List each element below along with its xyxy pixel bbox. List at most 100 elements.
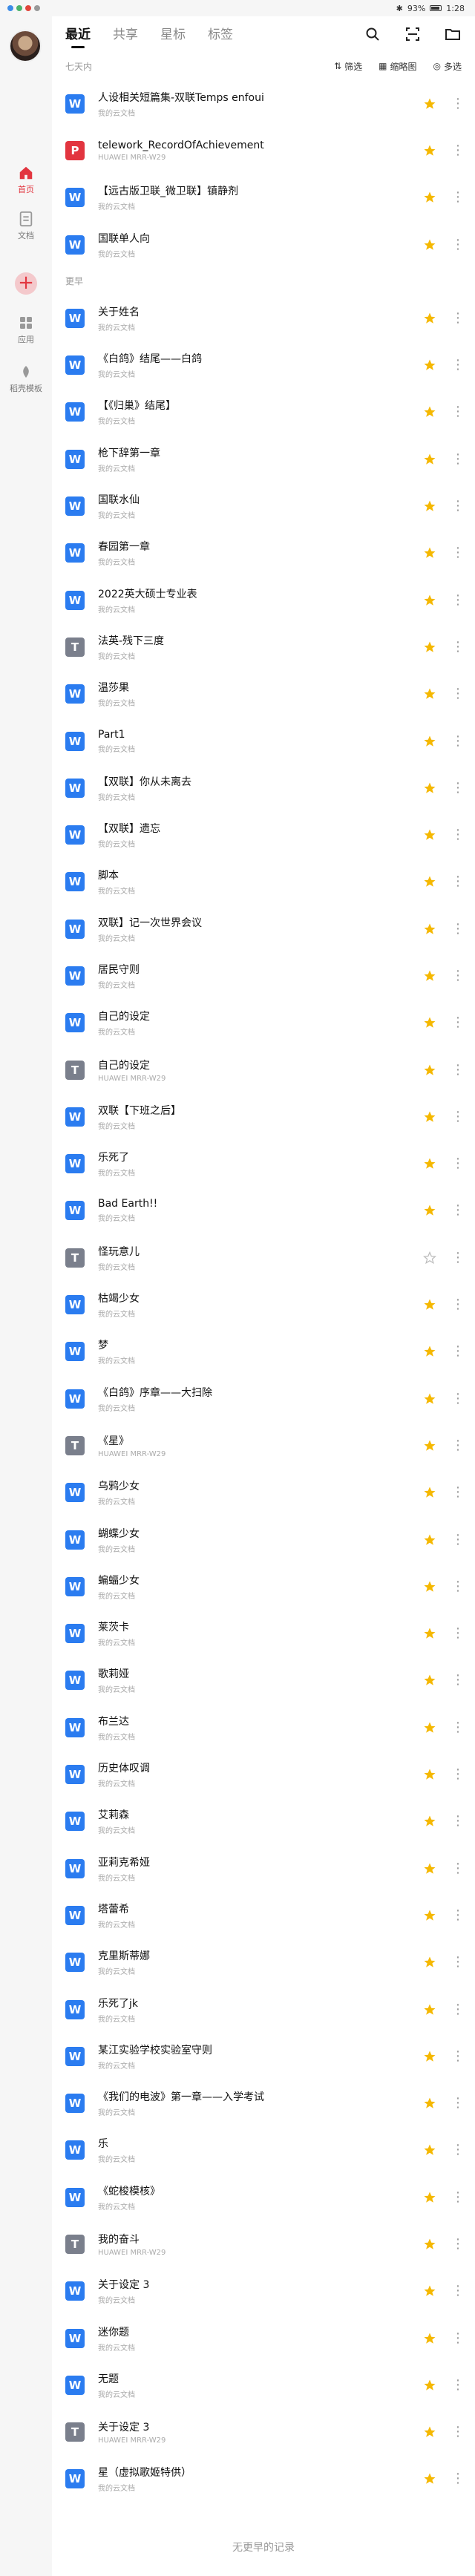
star-icon[interactable] bbox=[422, 592, 438, 609]
more-options-icon[interactable]: ⋮ bbox=[451, 2330, 465, 2347]
file-row[interactable]: T 怪玩意儿 我的云文档 ⋮ bbox=[52, 1234, 475, 1281]
more-options-icon[interactable]: ⋮ bbox=[451, 2048, 465, 2065]
star-icon[interactable] bbox=[422, 1532, 438, 1548]
star-icon[interactable] bbox=[422, 142, 438, 159]
tab-tags[interactable]: 标签 bbox=[208, 24, 233, 45]
star-icon[interactable] bbox=[422, 1861, 438, 1877]
file-row[interactable]: W 脚本 我的云文档 ⋮ bbox=[52, 859, 475, 905]
star-icon[interactable] bbox=[422, 780, 438, 796]
star-icon[interactable] bbox=[422, 2095, 438, 2111]
star-icon[interactable] bbox=[422, 2048, 438, 2065]
file-row[interactable]: W 春园第一章 我的云文档 ⋮ bbox=[52, 530, 475, 577]
more-options-icon[interactable]: ⋮ bbox=[451, 2283, 465, 2299]
more-options-icon[interactable]: ⋮ bbox=[451, 2377, 465, 2393]
more-options-icon[interactable]: ⋮ bbox=[451, 2142, 465, 2158]
star-icon[interactable] bbox=[422, 2142, 438, 2158]
star-icon[interactable] bbox=[422, 1720, 438, 1736]
file-row[interactable]: W 塔蕾希 我的云文档 ⋮ bbox=[52, 1892, 475, 1938]
more-options-icon[interactable]: ⋮ bbox=[451, 1109, 465, 1125]
more-options-icon[interactable]: ⋮ bbox=[451, 1391, 465, 1407]
more-options-icon[interactable]: ⋮ bbox=[451, 592, 465, 609]
add-button[interactable]: + bbox=[15, 272, 37, 295]
star-icon[interactable] bbox=[422, 1813, 438, 1829]
star-icon[interactable] bbox=[422, 1766, 438, 1783]
star-icon[interactable] bbox=[422, 1391, 438, 1407]
file-row[interactable]: W 乐死了jk 我的云文档 ⋮ bbox=[52, 1986, 475, 2033]
file-row[interactable]: W 乐死了 我的云文档 ⋮ bbox=[52, 1141, 475, 1187]
search-icon[interactable] bbox=[364, 25, 381, 43]
sidebar-item-apps[interactable]: 应用 bbox=[0, 315, 52, 345]
more-options-icon[interactable]: ⋮ bbox=[451, 827, 465, 843]
file-row[interactable]: W 莱茨卡 我的云文档 ⋮ bbox=[52, 1610, 475, 1657]
more-options-icon[interactable]: ⋮ bbox=[451, 357, 465, 373]
star-icon[interactable] bbox=[422, 357, 438, 373]
file-row[interactable]: W 双联】记一次世界会议 我的云文档 ⋮ bbox=[52, 905, 475, 952]
more-options-icon[interactable]: ⋮ bbox=[451, 1438, 465, 1454]
thumbnail-button[interactable]: ▦ 缩略图 bbox=[379, 60, 416, 73]
file-row[interactable]: W 国联水仙 我的云文档 ⋮ bbox=[52, 482, 475, 529]
file-row[interactable]: W 歌莉娅 我的云文档 ⋮ bbox=[52, 1657, 475, 1704]
file-row[interactable]: W 《蛇梭模核》 我的云文档 ⋮ bbox=[52, 2174, 475, 2221]
file-row[interactable]: W 克里斯蒂娜 我的云文档 ⋮ bbox=[52, 1939, 475, 1986]
file-row[interactable]: W 关于姓名 我的云文档 ⋮ bbox=[52, 295, 475, 341]
more-options-icon[interactable]: ⋮ bbox=[451, 1250, 465, 1266]
file-row[interactable]: W 枯竭少女 我的云文档 ⋮ bbox=[52, 1281, 475, 1328]
more-options-icon[interactable]: ⋮ bbox=[451, 498, 465, 514]
file-row[interactable]: Ptelework_RecordOfAchievement HUAWEI MRR-… bbox=[52, 127, 475, 174]
file-row[interactable]: T 法英-残下三度 我的云文档 ⋮ bbox=[52, 623, 475, 670]
more-options-icon[interactable]: ⋮ bbox=[451, 2424, 465, 2440]
file-row[interactable]: W 蝙蝠少女 我的云文档 ⋮ bbox=[52, 1563, 475, 1610]
more-options-icon[interactable]: ⋮ bbox=[451, 921, 465, 937]
more-options-icon[interactable]: ⋮ bbox=[451, 451, 465, 468]
star-icon[interactable] bbox=[422, 639, 438, 655]
more-options-icon[interactable]: ⋮ bbox=[451, 1062, 465, 1078]
file-row[interactable]: W 居民守则 我的云文档 ⋮ bbox=[52, 952, 475, 999]
file-row[interactable]: W 【《归巢》结尾】 我的云文档 ⋮ bbox=[52, 389, 475, 436]
more-options-icon[interactable]: ⋮ bbox=[451, 733, 465, 750]
file-row[interactable]: W 【双联】你从未离去 我的云文档 ⋮ bbox=[52, 764, 475, 811]
file-row[interactable]: W 双联【下班之后】 我的云文档 ⋮ bbox=[52, 1093, 475, 1140]
star-icon[interactable] bbox=[422, 1109, 438, 1125]
file-row[interactable]: W 关于设定 3 我的云文档 ⋮ bbox=[52, 2268, 475, 2315]
tab-shared[interactable]: 共享 bbox=[113, 24, 138, 45]
file-row[interactable]: W Part1 我的云文档 ⋮ bbox=[52, 718, 475, 764]
star-icon[interactable] bbox=[422, 2330, 438, 2347]
file-row[interactable]: W 2022英大硕士专业表 我的云文档 ⋮ bbox=[52, 577, 475, 623]
more-options-icon[interactable]: ⋮ bbox=[451, 1343, 465, 1360]
more-options-icon[interactable]: ⋮ bbox=[451, 96, 465, 112]
more-options-icon[interactable]: ⋮ bbox=[451, 1484, 465, 1501]
star-icon[interactable] bbox=[422, 1202, 438, 1219]
more-options-icon[interactable]: ⋮ bbox=[451, 237, 465, 253]
more-options-icon[interactable]: ⋮ bbox=[451, 1672, 465, 1688]
sidebar-item-home[interactable]: 首页 bbox=[0, 165, 52, 195]
star-icon[interactable] bbox=[422, 1297, 438, 1313]
more-options-icon[interactable]: ⋮ bbox=[451, 189, 465, 206]
star-icon[interactable] bbox=[422, 2471, 438, 2487]
file-row[interactable]: W 艾莉森 我的云文档 ⋮ bbox=[52, 1798, 475, 1845]
file-row[interactable]: W 枪下辞第一章 我的云文档 ⋮ bbox=[52, 436, 475, 482]
more-options-icon[interactable]: ⋮ bbox=[451, 1202, 465, 1219]
more-options-icon[interactable]: ⋮ bbox=[451, 2471, 465, 2487]
star-icon[interactable] bbox=[422, 451, 438, 468]
sidebar-item-templates[interactable]: 稻壳模板 bbox=[0, 364, 52, 394]
star-icon[interactable] bbox=[422, 1625, 438, 1642]
avatar[interactable] bbox=[9, 30, 42, 62]
more-options-icon[interactable]: ⋮ bbox=[451, 2236, 465, 2252]
star-icon[interactable] bbox=[422, 1954, 438, 1970]
star-icon[interactable] bbox=[422, 1062, 438, 1078]
star-icon[interactable] bbox=[422, 545, 438, 561]
file-row[interactable]: W 人设相关短篇集-双联Temps enfoui 我的云文档 ⋮ bbox=[52, 80, 475, 127]
more-options-icon[interactable]: ⋮ bbox=[451, 968, 465, 984]
more-options-icon[interactable]: ⋮ bbox=[451, 780, 465, 796]
more-options-icon[interactable]: ⋮ bbox=[451, 2002, 465, 2018]
more-options-icon[interactable]: ⋮ bbox=[451, 1766, 465, 1783]
more-options-icon[interactable]: ⋮ bbox=[451, 545, 465, 561]
star-icon[interactable] bbox=[422, 686, 438, 702]
star-icon[interactable] bbox=[422, 96, 438, 112]
multi-select-button[interactable]: ◎ 多选 bbox=[433, 60, 462, 73]
more-options-icon[interactable]: ⋮ bbox=[451, 1954, 465, 1970]
more-options-icon[interactable]: ⋮ bbox=[451, 1720, 465, 1736]
file-row[interactable]: W 《我们的电波》第一章——入学考试 我的云文档 ⋮ bbox=[52, 2080, 475, 2126]
sidebar-item-docs[interactable]: 文档 bbox=[0, 211, 52, 241]
folder-icon[interactable] bbox=[444, 25, 462, 43]
